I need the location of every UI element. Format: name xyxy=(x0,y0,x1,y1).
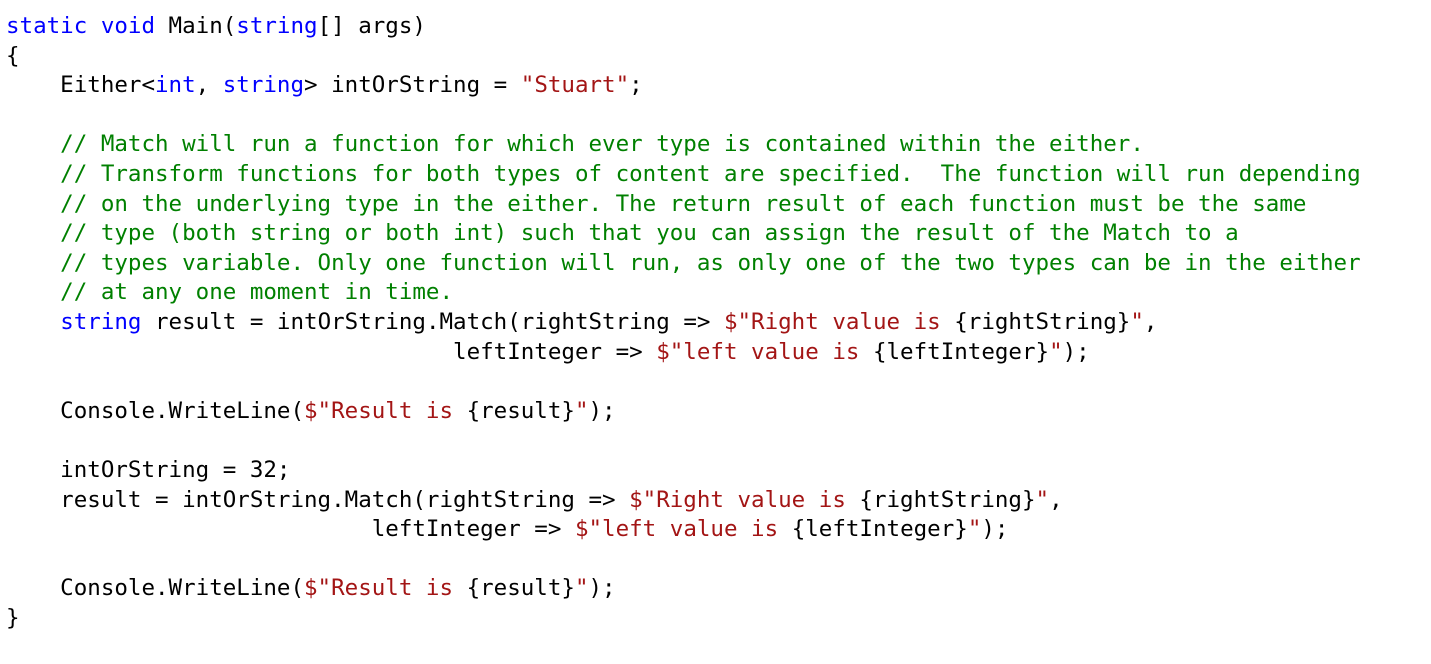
code-line: } xyxy=(6,604,1431,634)
code-line: static void Main(string[] args) xyxy=(6,12,1431,42)
code-token: void xyxy=(100,13,156,39)
code-token: ); xyxy=(1062,338,1090,365)
code-token: static xyxy=(6,13,88,39)
code-token: " xyxy=(1049,338,1063,365)
code-token: intOrString = 32; xyxy=(6,456,291,483)
code-line: // Transform functions for both types of… xyxy=(6,160,1431,190)
code-token: int xyxy=(155,72,196,99)
code-line: leftInteger => $"left value is {leftInte… xyxy=(6,515,1431,545)
code-token: $"Result is xyxy=(304,575,467,602)
code-token: " xyxy=(1035,486,1050,513)
code-line: // Match will run a function for which e… xyxy=(6,130,1431,160)
code-line: // types variable. Only one function wil… xyxy=(6,249,1431,279)
code-token: {result} xyxy=(466,397,575,424)
code-token: $"Right value is xyxy=(629,486,860,513)
code-token: // at any one moment in time. xyxy=(6,279,454,306)
code-token: " xyxy=(574,397,589,424)
code-line: Console.WriteLine($"Result is {result}")… xyxy=(6,574,1431,604)
code-token: leftInteger => xyxy=(6,516,575,543)
code-token: result = intOrString.Match(rightString =… xyxy=(6,486,630,513)
code-token: , xyxy=(195,72,223,99)
code-token: Console.WriteLine( xyxy=(6,575,305,602)
code-token: {leftInteger} xyxy=(872,338,1050,365)
code-token: Console.WriteLine( xyxy=(6,397,305,424)
code-token: // on the underlying type in the either.… xyxy=(6,190,1307,217)
code-token: {result} xyxy=(466,575,575,602)
code-token: // types variable. Only one function wil… xyxy=(6,249,1361,276)
code-token: $"Right value is xyxy=(723,308,955,335)
code-token: > intOrString = xyxy=(304,72,521,99)
code-line: // at any one moment in time. xyxy=(6,278,1431,308)
code-line: leftInteger => $"left value is {leftInte… xyxy=(6,338,1431,368)
code-line: Either<int, string> intOrString = "Stuar… xyxy=(6,71,1431,101)
code-line: ​ xyxy=(6,426,1431,456)
code-token: Either< xyxy=(6,72,156,99)
code-token: ); xyxy=(588,397,616,424)
code-token: ; xyxy=(629,72,643,99)
code-token: } xyxy=(6,604,20,631)
code-token: " xyxy=(574,575,589,602)
code-token: ); xyxy=(981,516,1009,543)
code-line: ​ xyxy=(6,367,1431,397)
code-token: result = intOrString.Match(rightString =… xyxy=(141,308,724,335)
code-token: " xyxy=(1130,308,1144,335)
code-token: " xyxy=(967,516,982,543)
code-token: // Match will run a function for which e… xyxy=(6,131,1144,158)
code-token: { xyxy=(6,42,20,69)
code-line: ​ xyxy=(6,101,1431,131)
code-line: ​ xyxy=(6,545,1431,575)
code-token: {rightString} xyxy=(954,308,1131,335)
code-editor[interactable]: static void Main(string[] args){ Either<… xyxy=(0,0,1431,664)
code-line: { xyxy=(6,42,1431,72)
code-token: ); xyxy=(588,575,616,602)
code-token: // Transform functions for both types of… xyxy=(6,160,1361,187)
code-token: Main( xyxy=(155,13,237,39)
code-line: // type (both string or both int) such t… xyxy=(6,219,1431,249)
code-line: string result = intOrString.Match(rightS… xyxy=(6,308,1431,338)
code-token: {rightString} xyxy=(859,486,1036,513)
code-token: $"Result is xyxy=(304,397,467,424)
code-line: intOrString = 32; xyxy=(6,456,1431,486)
code-token: , xyxy=(1049,486,1063,513)
code-token: {leftInteger} xyxy=(791,516,968,543)
code-token: [] args) xyxy=(317,13,426,39)
code-token: $"left value is xyxy=(574,516,792,543)
code-token: leftInteger => xyxy=(6,338,657,365)
code-token: string xyxy=(236,13,318,39)
code-token: string xyxy=(60,308,142,335)
code-token: $"left value is xyxy=(656,338,873,365)
code-line: result = intOrString.Match(rightString =… xyxy=(6,486,1431,516)
code-line: // on the underlying type in the either.… xyxy=(6,190,1431,220)
code-token: // type (both string or both int) such t… xyxy=(6,220,1239,247)
code-token: "Stuart" xyxy=(520,72,630,99)
code-line: Console.WriteLine($"Result is {result}")… xyxy=(6,397,1431,427)
code-token: string xyxy=(222,72,305,99)
code-token: , xyxy=(1143,308,1158,335)
